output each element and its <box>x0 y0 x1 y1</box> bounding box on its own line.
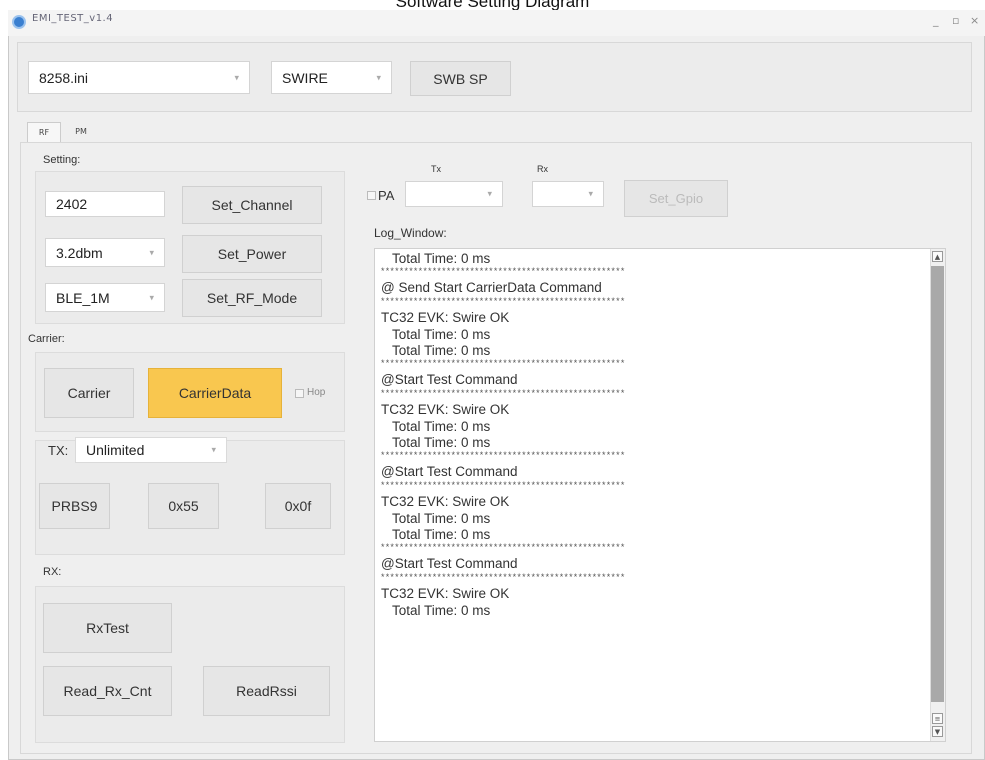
log-line: TC32 EVK: Swire OK <box>381 310 510 325</box>
0x0f-button[interactable]: 0x0f <box>265 483 331 529</box>
read-rssi-button[interactable]: ReadRssi <box>203 666 330 716</box>
setting-group-label: Setting: <box>43 154 81 166</box>
log-line: ****************************************… <box>381 450 626 460</box>
gpio-rx-label: Rx <box>537 164 548 174</box>
hop-label: Hop <box>307 387 326 398</box>
rx-group-label: RX: <box>43 566 62 578</box>
title-bar <box>8 10 985 36</box>
chevron-down-icon: ▾ <box>588 188 593 199</box>
ini-file-select[interactable]: 8258.ini ▾ <box>28 61 250 94</box>
app-icon <box>12 15 26 29</box>
gpio-tx-select[interactable]: ▾ <box>405 181 503 207</box>
log-window-label: Log_Window: <box>374 226 447 240</box>
chevron-down-icon: ▾ <box>149 292 154 302</box>
log-line: ****************************************… <box>381 266 626 276</box>
scroll-down-icon[interactable]: ▼ <box>932 726 943 737</box>
scroll-up-icon[interactable]: ▲ <box>932 251 943 262</box>
tab-pm[interactable]: PM <box>64 122 98 141</box>
log-line: Total Time: 0 ms <box>381 435 491 450</box>
carrier-button[interactable]: Carrier <box>44 368 134 418</box>
log-line: ****************************************… <box>381 296 626 306</box>
log-line: ****************************************… <box>381 572 626 582</box>
chevron-down-icon: ▾ <box>211 444 216 455</box>
log-line: TC32 EVK: Swire OK <box>381 586 510 601</box>
log-line: Total Time: 0 ms <box>381 251 491 266</box>
pa-label: PA <box>378 188 395 203</box>
chevron-down-icon: ▾ <box>149 247 154 257</box>
ini-file-value: 8258.ini <box>39 69 89 86</box>
close-button[interactable]: × <box>970 14 979 27</box>
0x55-button[interactable]: 0x55 <box>148 483 219 529</box>
channel-input[interactable]: 2402 <box>45 191 165 217</box>
power-value: 3.2dbm <box>56 244 103 261</box>
gpio-tx-label: Tx <box>431 164 441 174</box>
prbs9-button[interactable]: PRBS9 <box>39 483 110 529</box>
set-channel-button[interactable]: Set_Channel <box>182 186 322 224</box>
interface-value: SWIRE <box>282 69 328 86</box>
log-line: ****************************************… <box>381 542 626 552</box>
tx-mode-select[interactable]: Unlimited ▾ <box>75 437 227 463</box>
log-line: Total Time: 0 ms <box>381 527 491 542</box>
log-line: TC32 EVK: Swire OK <box>381 402 510 417</box>
gpio-rx-select[interactable]: ▾ <box>532 181 604 207</box>
interface-select[interactable]: SWIRE ▾ <box>271 61 392 94</box>
read-rx-cnt-button[interactable]: Read_Rx_Cnt <box>43 666 172 716</box>
log-content: Total Time: 0 ms ************************… <box>375 249 945 619</box>
log-line: ****************************************… <box>381 480 626 490</box>
tab-rf[interactable]: RF <box>27 122 61 142</box>
log-line: Total Time: 0 ms <box>381 419 491 434</box>
log-line: @Start Test Command <box>381 556 518 571</box>
chevron-down-icon: ▾ <box>487 188 492 199</box>
log-line: @Start Test Command <box>381 372 518 387</box>
log-line: ****************************************… <box>381 388 626 398</box>
carrier-group-label: Carrier: <box>28 333 65 345</box>
log-line: Total Time: 0 ms <box>381 603 491 618</box>
log-line: TC32 EVK: Swire OK <box>381 494 510 509</box>
log-line: ****************************************… <box>381 358 626 368</box>
set-power-button[interactable]: Set_Power <box>182 235 322 273</box>
tx-mode-value: Unlimited <box>86 442 145 458</box>
hop-checkbox[interactable] <box>295 389 304 398</box>
scroll-grip-icon[interactable]: ≡ <box>932 713 943 724</box>
rf-mode-select[interactable]: BLE_1M ▾ <box>45 283 165 312</box>
power-select[interactable]: 3.2dbm ▾ <box>45 238 165 267</box>
log-line: Total Time: 0 ms <box>381 343 491 358</box>
log-window[interactable]: Total Time: 0 ms ************************… <box>374 248 946 742</box>
chevron-down-icon: ▾ <box>376 72 381 82</box>
pa-checkbox[interactable] <box>367 191 376 200</box>
window-title: EMI_TEST_v1.4 <box>32 13 114 24</box>
carrierdata-button[interactable]: CarrierData <box>148 368 282 418</box>
log-line: @Start Test Command <box>381 464 518 479</box>
tx-label: TX: <box>48 443 69 458</box>
log-scrollbar-thumb[interactable] <box>931 266 944 702</box>
set-rf-mode-button[interactable]: Set_RF_Mode <box>182 279 322 317</box>
minimize-button[interactable]: _ <box>933 14 939 27</box>
log-line: Total Time: 0 ms <box>381 327 491 342</box>
swb-sp-button[interactable]: SWB SP <box>410 61 511 96</box>
chevron-down-icon: ▾ <box>234 72 239 82</box>
rf-mode-value: BLE_1M <box>56 289 110 306</box>
rxtest-button[interactable]: RxTest <box>43 603 172 653</box>
log-line: Total Time: 0 ms <box>381 511 491 526</box>
log-line: @ Send Start CarrierData Command <box>381 280 602 295</box>
set-gpio-button[interactable]: Set_Gpio <box>624 180 728 217</box>
maximize-button[interactable]: ▫ <box>952 14 959 27</box>
